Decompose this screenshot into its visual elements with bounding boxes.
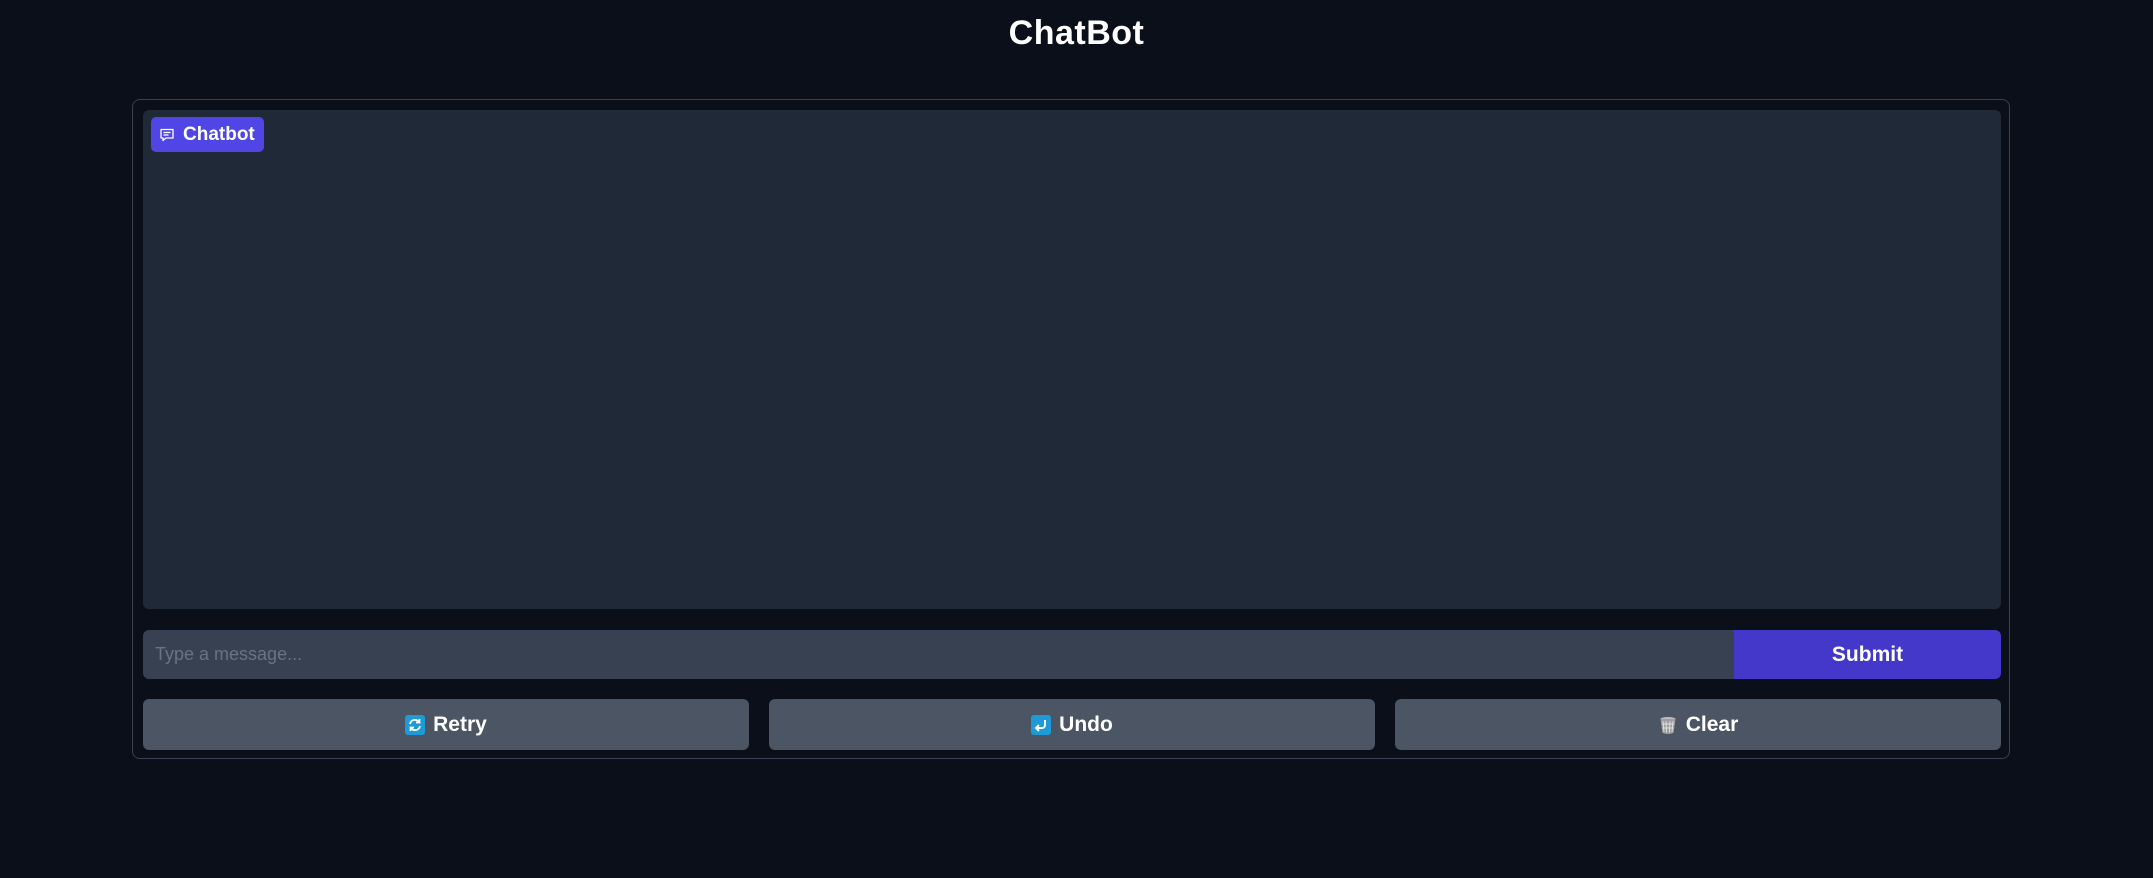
undo-icon xyxy=(1031,714,1052,735)
clear-label: Clear xyxy=(1685,712,1739,736)
submit-button[interactable]: Submit xyxy=(1734,630,2001,679)
chatbot-label-badge: Chatbot xyxy=(151,117,264,152)
retry-icon xyxy=(405,714,426,735)
chat-bubble-icon xyxy=(159,127,175,143)
message-input[interactable] xyxy=(143,630,1734,679)
chatbot-message-area[interactable]: Chatbot xyxy=(143,110,2001,609)
trash-icon xyxy=(1658,715,1678,735)
undo-label: Undo xyxy=(1059,712,1113,736)
clear-button[interactable]: Clear xyxy=(1395,699,2001,750)
action-buttons-row: Retry Undo Clear xyxy=(143,699,2001,750)
retry-label: Retry xyxy=(433,712,487,736)
chatbot-label: Chatbot xyxy=(183,123,255,145)
chat-panel: Chatbot Submit Retry xyxy=(132,99,2010,759)
composer-row: Submit xyxy=(143,630,2001,679)
page-title: ChatBot xyxy=(1008,14,1145,52)
retry-button[interactable]: Retry xyxy=(143,699,749,750)
undo-button[interactable]: Undo xyxy=(769,699,1375,750)
